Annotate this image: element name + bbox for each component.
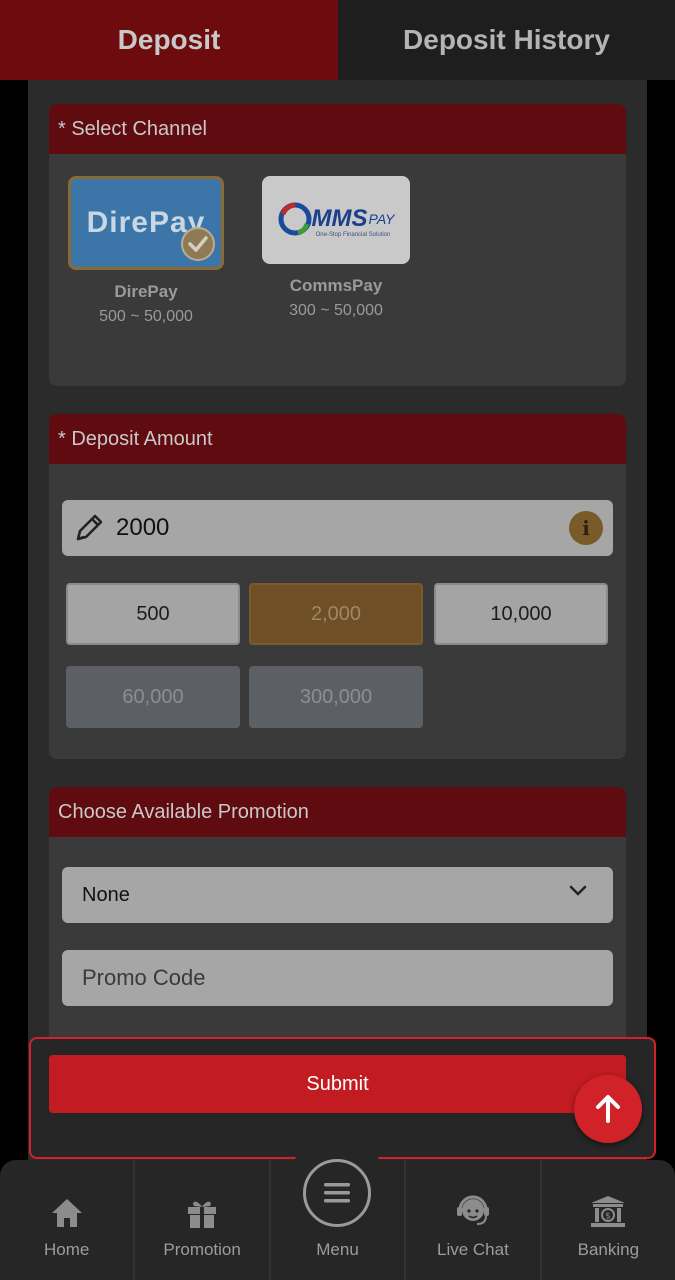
scroll-top-button[interactable] bbox=[574, 1075, 642, 1143]
select-channel-card: * Select Channel DirePay DirePay 500 ~ 5… bbox=[49, 104, 626, 386]
promotion-title: Choose Available Promotion bbox=[49, 787, 626, 837]
arrow-up-icon bbox=[596, 1095, 620, 1123]
tab-deposit-history[interactable]: Deposit History bbox=[338, 0, 675, 80]
menu-icon bbox=[324, 1183, 350, 1203]
chevron-down-icon bbox=[569, 885, 587, 896]
deposit-tabs: Deposit Deposit History bbox=[0, 0, 675, 80]
bank-icon: $ bbox=[591, 1196, 626, 1227]
amount-input[interactable]: 2000 i bbox=[62, 500, 613, 556]
channel-range: 500 ~ 50,000 bbox=[99, 308, 193, 325]
promotion-selected-value: None bbox=[82, 883, 130, 906]
amount-chip-300000: 300,000 bbox=[249, 666, 423, 728]
nav-home[interactable]: Home bbox=[0, 1160, 136, 1280]
channel-range: 300 ~ 50,000 bbox=[289, 302, 383, 319]
direpay-logo: DirePay bbox=[68, 176, 224, 270]
tab-deposit[interactable]: Deposit bbox=[0, 0, 338, 80]
commspay-tagline: One-Stop Financial Solution bbox=[315, 232, 391, 238]
promotion-select[interactable]: None bbox=[62, 867, 613, 923]
check-icon bbox=[181, 227, 215, 261]
nav-label: Promotion bbox=[163, 1240, 241, 1259]
amount-value: 2000 bbox=[116, 514, 170, 541]
nav-promotion[interactable]: Promotion bbox=[135, 1160, 271, 1280]
nav-live-chat[interactable]: Live Chat bbox=[406, 1160, 542, 1280]
submit-button[interactable]: Submit bbox=[49, 1055, 626, 1113]
promo-code-input[interactable]: Promo Code bbox=[62, 950, 613, 1006]
nav-label: Live Chat bbox=[437, 1240, 509, 1259]
nav-banking[interactable]: $ Banking bbox=[542, 1160, 675, 1280]
commspay-logo-sub: PAY bbox=[368, 211, 395, 227]
amount-chip-2000[interactable]: 2,000 bbox=[249, 583, 423, 645]
nav-label: Home bbox=[44, 1240, 90, 1259]
headset-icon bbox=[456, 1195, 489, 1225]
menu-button[interactable] bbox=[303, 1159, 371, 1227]
channel-commspay[interactable]: MMS PAY One-Stop Financial Solution Comm… bbox=[256, 176, 416, 320]
commspay-logo-text: MMS bbox=[311, 205, 368, 232]
svg-text:$: $ bbox=[605, 1212, 611, 1222]
amount-chip-60000: 60,000 bbox=[66, 666, 240, 728]
deposit-amount-card: * Deposit Amount 2000 i 500 2,000 10,000… bbox=[49, 414, 626, 759]
commspay-logo: MMS PAY One-Stop Financial Solution bbox=[262, 176, 410, 264]
nav-label: Menu bbox=[316, 1240, 359, 1259]
channel-name: CommsPay bbox=[289, 276, 383, 295]
amount-chip-500[interactable]: 500 bbox=[66, 583, 240, 645]
channel-direpay[interactable]: DirePay DirePay 500 ~ 50,000 bbox=[66, 176, 226, 326]
gift-icon bbox=[188, 1201, 217, 1228]
pencil-icon bbox=[76, 514, 103, 541]
nav-label: Banking bbox=[577, 1240, 640, 1259]
promotion-card: Choose Available Promotion None Promo Co… bbox=[49, 787, 626, 1049]
amount-chip-10000[interactable]: 10,000 bbox=[434, 583, 608, 645]
select-channel-title: * Select Channel bbox=[49, 104, 626, 154]
channel-name: DirePay bbox=[114, 282, 178, 301]
info-icon[interactable]: i bbox=[569, 511, 603, 545]
deposit-amount-title: * Deposit Amount bbox=[49, 414, 626, 464]
home-icon bbox=[51, 1199, 82, 1227]
commspay-swirl-icon bbox=[278, 202, 312, 236]
